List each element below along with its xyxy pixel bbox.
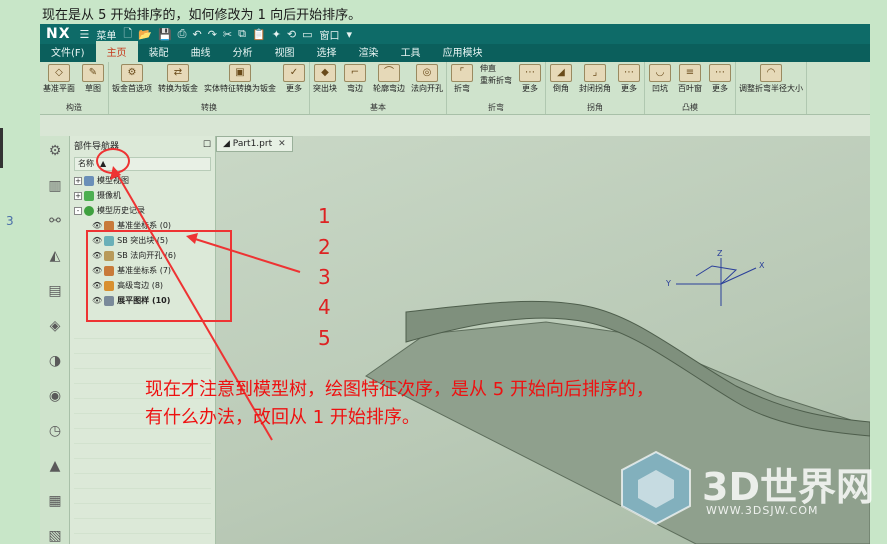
- site-watermark: 3D世界网 WWW.3DSJW.COM: [616, 444, 874, 534]
- watermark-title: 3D世界网: [702, 465, 874, 509]
- annotation-number-5: 5: [318, 326, 331, 350]
- annotation-number-1: 1: [318, 204, 331, 228]
- annotation-note-line2: 有什么办法，改回从 1 开始排序。: [145, 407, 420, 428]
- annotation-number-4: 4: [318, 295, 331, 319]
- arrow-head-tree-item: [186, 233, 198, 244]
- annotation-note-line1: 现在才注意到模型树，绘图特征次序，是从 5 开始向后排序的，: [145, 379, 654, 400]
- annotation-number-2: 2: [318, 235, 331, 259]
- annotation-note: 现在才注意到模型树，绘图特征次序，是从 5 开始向后排序的， 有什么办法，改回从…: [145, 376, 805, 432]
- watermark-url: WWW.3DSJW.COM: [706, 504, 819, 517]
- annotation-number-3: 3: [318, 265, 331, 289]
- arrow-to-tree-item: [191, 237, 301, 273]
- watermark-cube-icon: [621, 450, 691, 526]
